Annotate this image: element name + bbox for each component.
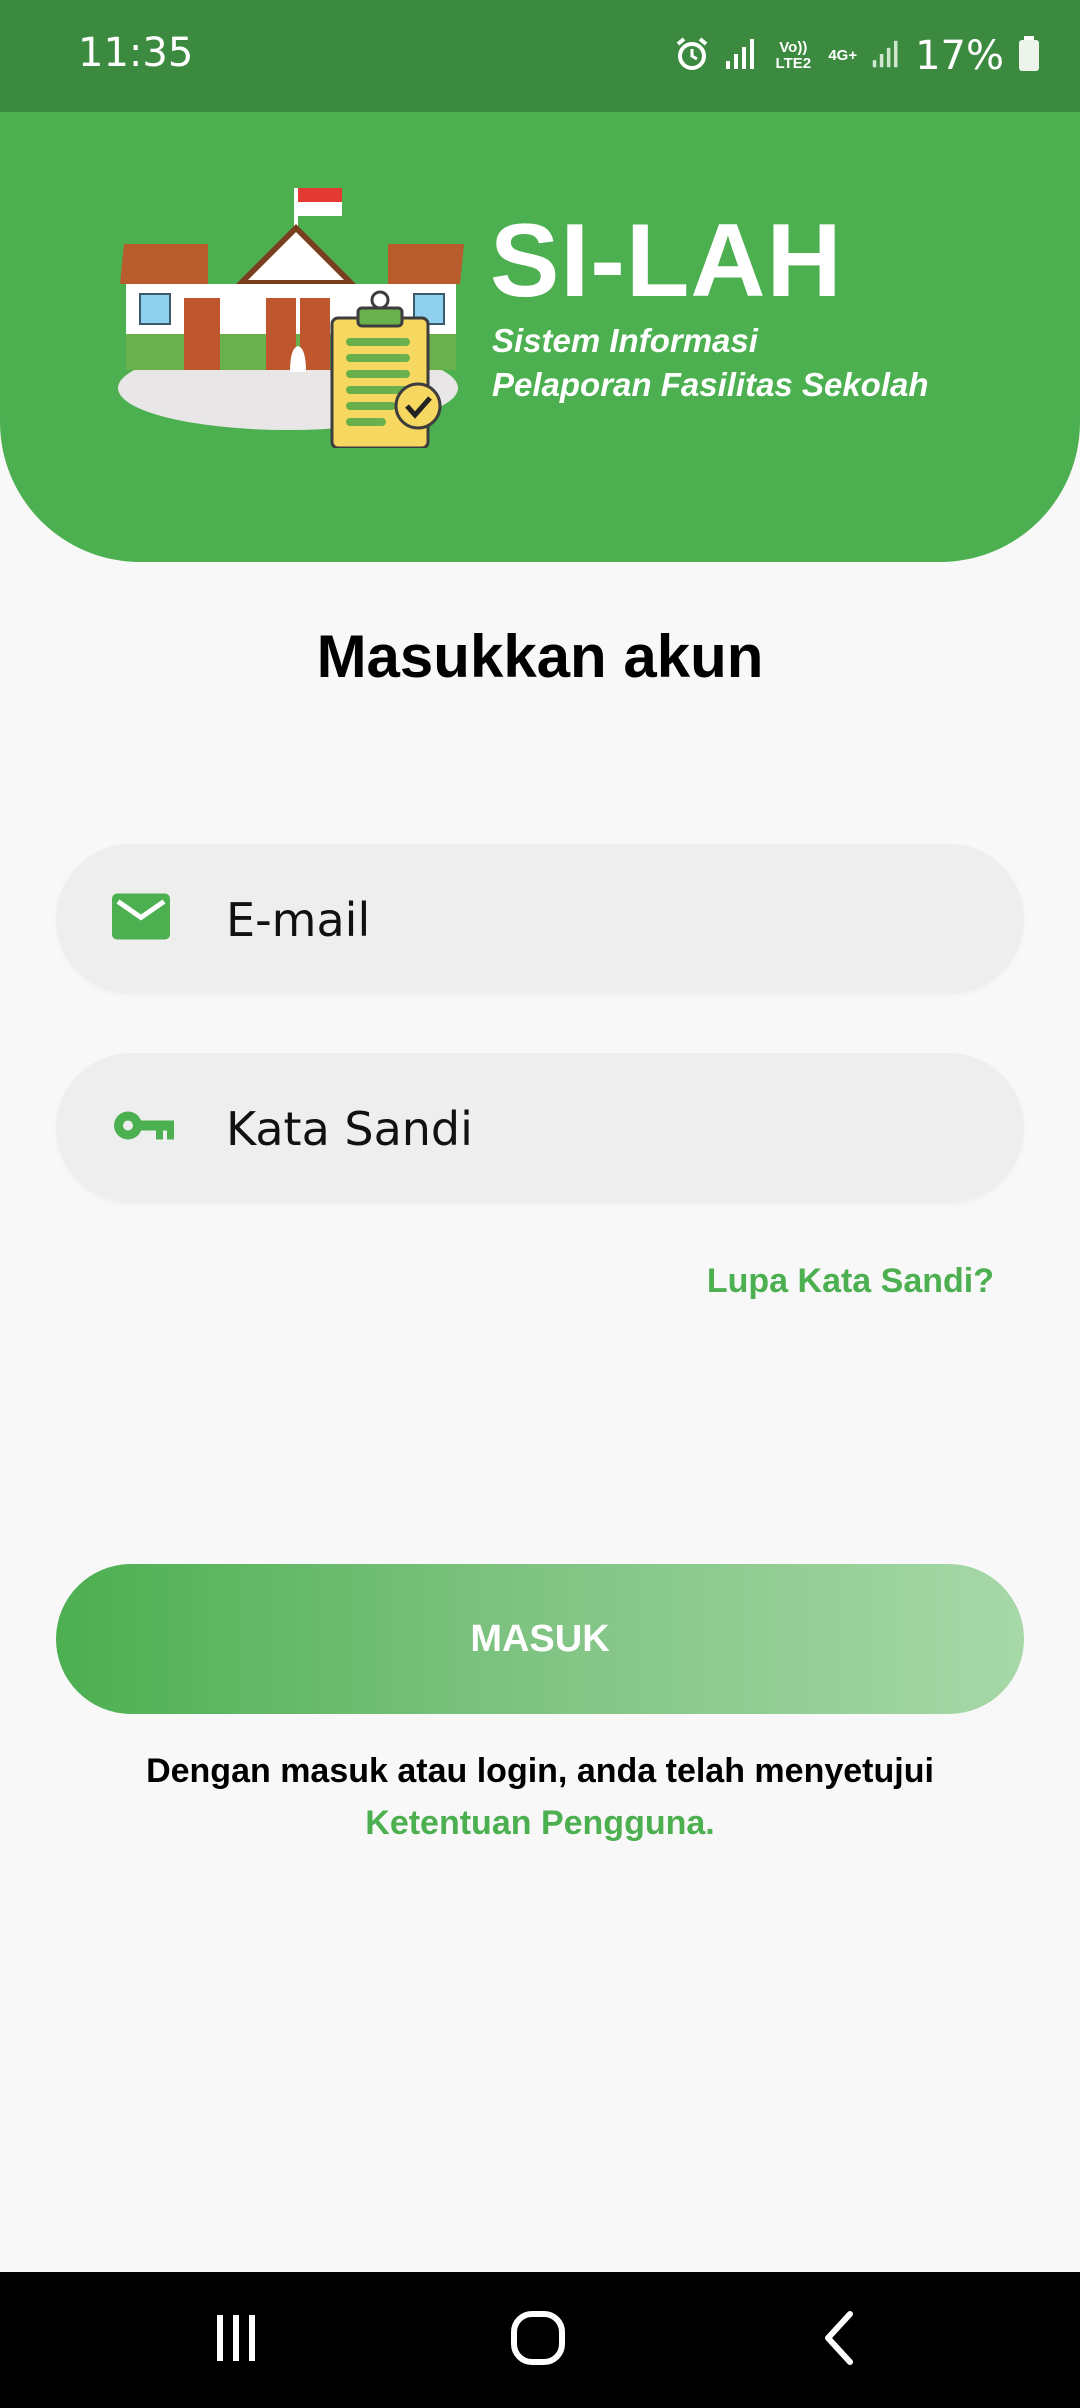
recents-icon [211, 2313, 261, 2368]
status-time: 11:35 [78, 30, 194, 76]
alarm-icon [674, 36, 710, 77]
password-field[interactable] [56, 1053, 1024, 1205]
terms-text: Dengan masuk atau login, anda telah meny… [146, 1752, 934, 1790]
mail-icon [112, 893, 170, 945]
terms-link[interactable]: Ketentuan Pengguna. [0, 1797, 1080, 1849]
home-button[interactable] [458, 2272, 618, 2408]
home-icon [510, 2310, 566, 2371]
status-bar: 11:35 Vo)) LTE2 4G+ 17% [0, 0, 1080, 112]
app-subtitle-line2: Pelaporan Fasilitas Sekolah [492, 366, 929, 403]
forgot-password-link[interactable]: Lupa Kata Sandi? [707, 1262, 994, 1301]
app-subtitle-line1: Sistem Informasi [492, 322, 758, 359]
status-icons: Vo)) LTE2 4G+ 17% [674, 26, 1040, 86]
network-label: Vo)) LTE2 [775, 39, 812, 72]
email-input[interactable] [224, 844, 988, 996]
back-icon [820, 2310, 860, 2371]
system-nav-bar [0, 2272, 1080, 2408]
network-type: 4G+ [828, 47, 858, 64]
key-icon [112, 1106, 176, 1151]
school-illustration [118, 148, 468, 453]
battery-percent: 17% [915, 33, 1004, 79]
back-button[interactable] [760, 2272, 920, 2408]
terms-notice: Dengan masuk atau login, anda telah meny… [0, 1745, 1080, 1849]
password-input[interactable] [224, 1053, 988, 1205]
login-button[interactable]: MASUK [56, 1564, 1024, 1714]
battery-icon [1018, 35, 1040, 77]
header-banner: SI-LAH Sistem Informasi Pelaporan Fasili… [0, 112, 1080, 562]
recents-button[interactable] [156, 2272, 316, 2408]
signal-icon [724, 37, 758, 76]
email-field[interactable] [56, 844, 1024, 996]
page-title: Masukkan akun [316, 623, 764, 690]
signal-icon-2 [871, 39, 901, 74]
app-title: SI-LAH [490, 203, 843, 319]
